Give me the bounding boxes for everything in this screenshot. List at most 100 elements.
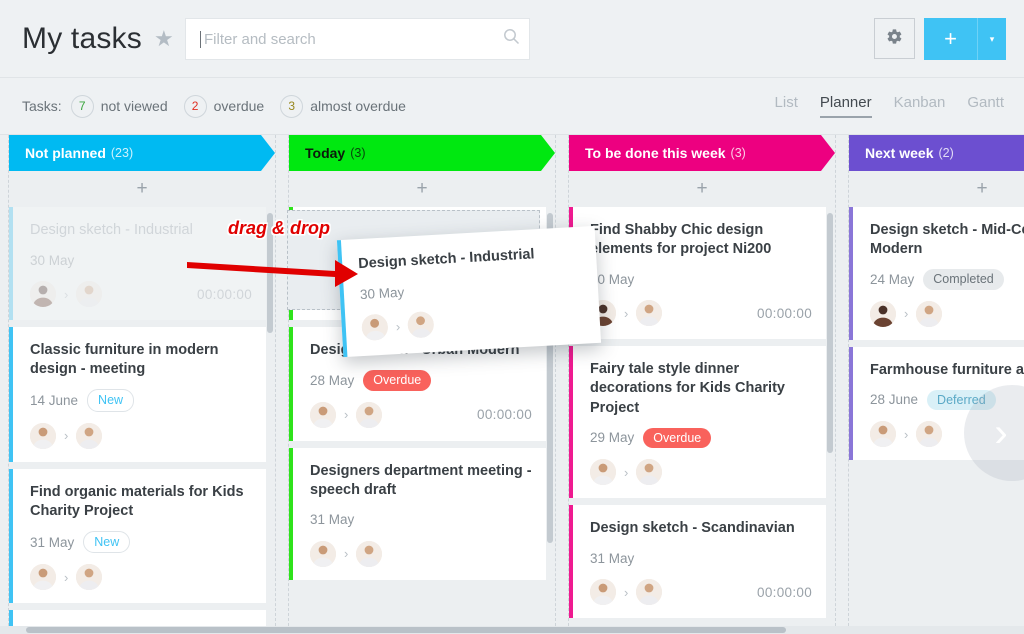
avatar[interactable] — [361, 313, 389, 342]
avatar[interactable] — [30, 281, 56, 308]
horizontal-scrollbar[interactable] — [0, 626, 1024, 634]
star-icon[interactable]: ★ — [154, 27, 174, 50]
assignee-avatars: › — [590, 579, 663, 606]
assignee-avatars: › — [870, 421, 943, 448]
column-card-list: Find Shabby Chic design elements for pro… — [569, 207, 835, 626]
column-title: Next week — [865, 145, 934, 161]
page-title: My tasks — [22, 21, 142, 55]
task-card[interactable]: Find Shabby Chic design elements for pro… — [569, 207, 826, 340]
planner-board: Not planned (23) + Design sketch - Industri… — [0, 135, 1024, 626]
card-title: Classic furniture in modern design - mee… — [30, 342, 219, 378]
task-card[interactable]: Designers department meeting - speech dr… — [289, 447, 546, 580]
app-header: My tasks ★ + ▾ — [0, 0, 1024, 78]
stat-label-overdue[interactable]: overdue — [214, 98, 265, 114]
avatar[interactable] — [636, 459, 663, 485]
chevron-right-icon: › — [64, 428, 69, 444]
chevron-right-icon: › — [904, 426, 909, 442]
tab-gantt[interactable]: Gantt — [967, 94, 1004, 118]
avatar[interactable] — [76, 564, 103, 591]
avatar[interactable] — [310, 540, 336, 567]
avatar[interactable] — [76, 422, 103, 449]
add-task-button[interactable]: + — [924, 18, 978, 60]
avatar[interactable] — [356, 540, 383, 567]
card-meta: 28 May Overdue — [310, 370, 532, 391]
stat-label-not-viewed[interactable]: not viewed — [101, 98, 168, 114]
task-planner-app: My tasks ★ + ▾ Tasks: 7 — [0, 0, 1024, 634]
stat-count-overdue[interactable]: 2 — [183, 94, 207, 118]
add-card-button[interactable]: + — [569, 171, 835, 207]
card-date: 31 May — [590, 550, 635, 566]
card-title: Find organic materials for Kids Charity … — [30, 483, 244, 519]
stat-count-almost-overdue[interactable]: 3 — [280, 94, 304, 118]
tab-kanban[interactable]: Kanban — [894, 94, 946, 118]
column-header[interactable]: Today (3) — [289, 135, 555, 171]
column-scrollbar[interactable] — [827, 213, 833, 620]
card-date: 28 June — [870, 392, 919, 408]
column-title: To be done this week — [585, 145, 726, 161]
card-timer: 00:00:00 — [757, 305, 812, 321]
add-card-button[interactable]: + — [849, 171, 1024, 207]
add-card-button[interactable]: + — [289, 171, 555, 207]
column-header[interactable]: To be done this week (3) — [569, 135, 835, 171]
task-card[interactable]: Find organic materials for Kids Charity … — [9, 468, 266, 604]
dragged-task-card[interactable]: Design sketch - Industrial 30 May › — [336, 225, 602, 358]
add-task-button-group[interactable]: + ▾ — [924, 18, 1006, 60]
avatar[interactable] — [407, 311, 435, 339]
chevron-down-icon[interactable]: ▾ — [978, 18, 1006, 60]
stat-label-almost-overdue[interactable]: almost overdue — [310, 98, 406, 114]
avatar[interactable] — [916, 300, 943, 327]
tab-list[interactable]: List — [775, 94, 798, 118]
avatar[interactable] — [870, 421, 896, 448]
card-date: 30 May — [359, 284, 405, 302]
right-arrow-icon — [187, 260, 358, 287]
horizontal-scrollbar-thumb[interactable] — [26, 627, 786, 633]
avatar[interactable] — [76, 281, 103, 308]
card-footer: › — [30, 422, 252, 449]
card-footer: › — [590, 459, 812, 485]
status-badge: New — [83, 531, 131, 554]
search-box[interactable] — [185, 18, 530, 60]
card-footer: ›00:00:00 — [870, 300, 1024, 327]
add-card-button[interactable]: + — [9, 171, 275, 207]
avatar[interactable] — [30, 422, 56, 449]
assignee-avatars: › — [30, 564, 103, 591]
avatar[interactable] — [870, 300, 896, 327]
card-timer: 00:00:00 — [197, 286, 252, 302]
card-date: 14 June — [30, 393, 79, 409]
avatar[interactable] — [636, 579, 663, 606]
chevron-right-icon: › — [64, 286, 69, 302]
search-input[interactable] — [201, 19, 493, 59]
avatar[interactable] — [590, 459, 616, 485]
status-badge: Completed — [923, 269, 1004, 290]
card-footer: › 00:00:00 — [590, 300, 812, 327]
assignee-avatars: › — [590, 459, 663, 485]
column-count: (3) — [730, 146, 746, 160]
chevron-right-icon: › — [64, 569, 69, 585]
avatar[interactable] — [30, 564, 56, 591]
card-footer: › — [310, 540, 532, 567]
card-title: Design sketch - Industrial — [30, 222, 193, 238]
card-timer: 00:00:00 — [477, 407, 532, 423]
card-date: 31 May — [310, 512, 355, 528]
column-header[interactable]: Not planned (23) — [9, 135, 275, 171]
assignee-avatars: › — [590, 300, 663, 327]
task-card[interactable]: Classic furniture in modern design - mee… — [9, 327, 266, 462]
task-card[interactable]: Design sketch - Scandinavian 31 May › 00:00… — [569, 505, 826, 619]
task-card[interactable]: Fairy tale style dinner decorations for … — [569, 346, 826, 498]
task-card[interactable]: Develop training program for newbies› — [9, 610, 266, 626]
column-header[interactable]: Next week (2) — [849, 135, 1024, 171]
stat-count-not-viewed[interactable]: 7 — [70, 94, 94, 118]
column-scrollbar-thumb[interactable] — [827, 213, 833, 453]
avatar[interactable] — [356, 401, 383, 428]
search-icon[interactable] — [493, 28, 529, 50]
chevron-right-icon: › — [344, 407, 349, 423]
avatar[interactable] — [310, 401, 336, 428]
avatar[interactable] — [636, 300, 663, 327]
status-badge: Overdue — [363, 370, 432, 391]
avatar[interactable] — [590, 579, 616, 606]
task-card[interactable]: Design sketch - Mid-Century Modern 24 May… — [849, 207, 1024, 340]
tab-planner[interactable]: Planner — [819, 94, 872, 118]
settings-button[interactable] — [874, 18, 915, 59]
avatar[interactable] — [916, 421, 943, 448]
status-badge: New — [87, 389, 135, 412]
